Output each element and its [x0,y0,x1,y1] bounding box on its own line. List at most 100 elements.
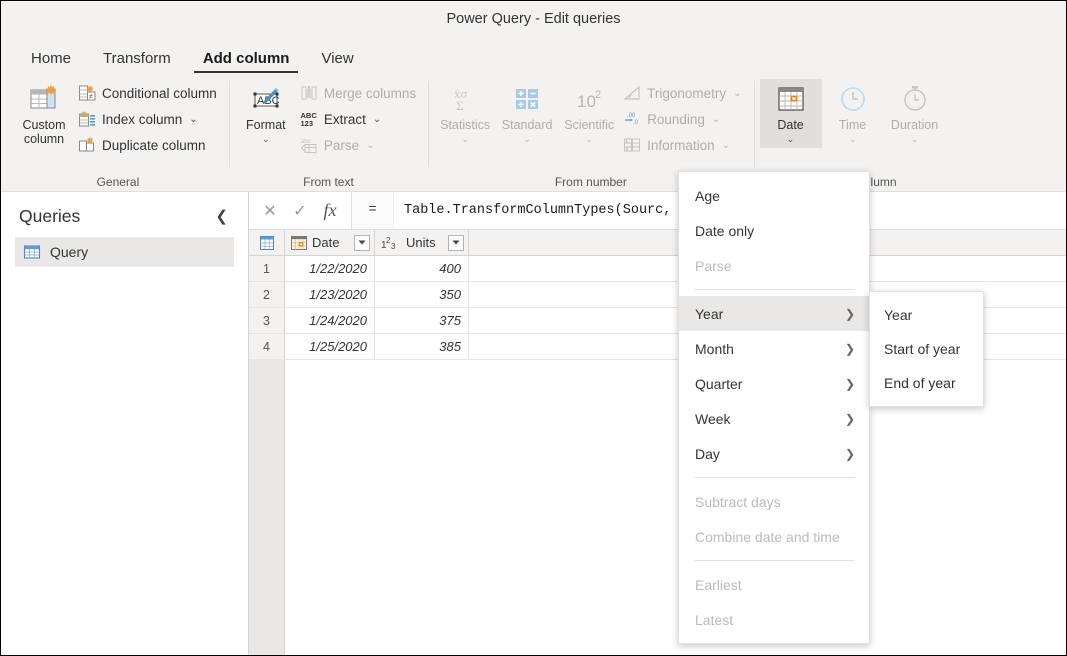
window-title: Power Query - Edit queries [446,11,621,27]
date-button[interactable]: Date ⌄ [759,79,822,148]
queries-header: Queries ❮ [1,192,248,237]
menu-item-parse: Parse [679,248,869,283]
menu-item-date-only[interactable]: Date only [679,213,869,248]
check-icon[interactable]: ✓ [285,197,315,225]
standard-button[interactable]: Standard ⌄ [496,79,558,148]
statistics-label: Statistics [440,118,491,132]
extract-button[interactable]: ABC 123 Extract ⌄ [297,107,422,131]
trigonometry-button[interactable]: Trigonometry ⌄ [620,81,747,105]
chevron-down-icon: ⌄ [366,139,375,151]
menu-item-label: Quarter [695,375,743,392]
fx-icon[interactable]: fx [315,197,345,225]
cell-date[interactable]: 1/22/2020 [285,256,375,281]
cell-units[interactable]: 375 [375,308,469,333]
query-editor-content: ✕ ✓ fx = Table.TransformColumnTypes(Sour… [249,192,1066,655]
svg-text:10: 10 [577,92,596,111]
svg-text:2: 2 [595,89,601,101]
duplicate-column-button[interactable]: Duplicate column [75,133,223,157]
chevron-down-icon: ⌄ [721,139,731,151]
chevron-down-icon: ⌄ [372,113,382,125]
from-number-small-buttons: Trigonometry ⌄ .00 .0 Rounding ⌄ 1 3 Inf… [620,79,747,157]
tab-home[interactable]: Home [15,46,87,75]
general-small-buttons: ≠ Conditional column Index column ⌄ Dupl… [75,79,223,157]
svg-text:Σ: Σ [456,98,464,113]
column-header-units[interactable]: 1 2 3 Units [375,230,469,255]
menu-item-label: Year [695,305,724,322]
duration-button[interactable]: Duration ⌄ [884,79,946,148]
date-type-icon [291,235,307,250]
cell-units[interactable]: 385 [375,334,469,359]
close-icon[interactable]: ✕ [255,197,285,225]
tab-view[interactable]: View [305,46,369,75]
formula-bar-tools: ✕ ✓ fx [249,192,352,229]
cell-units[interactable]: 400 [375,256,469,281]
chevron-down-icon: ⌄ [585,134,593,144]
trigonometry-label: Trigonometry [647,85,727,101]
cell-date[interactable]: 1/24/2020 [285,308,375,333]
cell-date[interactable]: 1/23/2020 [285,282,375,307]
information-button[interactable]: 1 3 Information ⌄ [620,133,747,157]
conditional-column-button[interactable]: ≠ Conditional column [75,81,223,105]
standard-label: Standard [501,118,553,132]
format-label: Format [246,118,286,132]
whole-number-type-icon: 1 2 3 [381,236,396,251]
submenu-item-year[interactable]: Year [870,298,983,332]
information-icon: 1 3 [624,138,641,152]
chevron-right-icon: ❯ [844,446,855,461]
format-button[interactable]: ABC Format ⌄ [235,79,297,148]
filter-dropdown-icon[interactable] [354,234,370,251]
submenu-item-start-of-year[interactable]: Start of year [870,332,983,366]
cell-date[interactable]: 1/25/2020 [285,334,375,359]
tab-transform[interactable]: Transform [87,46,187,75]
select-all-table-icon[interactable] [249,230,285,255]
filter-dropdown-icon[interactable] [448,234,464,251]
menu-item-year[interactable]: Year ❯ [679,296,869,331]
ribbon-tab-strip: Home Transform Add column View [1,37,1066,75]
submenu-item-end-of-year[interactable]: End of year [870,366,983,400]
formula-equals-sign: = [352,192,394,229]
chevron-down-icon: ⌄ [523,134,531,144]
index-column-button[interactable]: Index column ⌄ [75,107,223,131]
query-list-item[interactable]: Query [15,237,234,267]
custom-column-icon [30,84,57,109]
menu-item-label: Earliest [695,576,742,593]
menu-item-month[interactable]: Month ❯ [679,331,869,366]
tab-add-column[interactable]: Add column [187,46,306,75]
custom-column-button[interactable]: Custom column [13,79,75,150]
menu-item-day[interactable]: Day ❯ [679,436,869,471]
scientific-icon: 10 2 [577,89,601,111]
rounding-button[interactable]: .00 .0 Rounding ⌄ [620,107,747,131]
queries-pane: Queries ❮ Query [1,192,249,655]
time-clock-icon [840,87,865,111]
menu-item-week[interactable]: Week ❯ [679,401,869,436]
rounding-icon: .00 .0 [625,113,639,126]
scientific-button[interactable]: 10 2 Scientific ⌄ [558,79,620,148]
submenu-item-label: Year [884,307,913,323]
menu-item-quarter[interactable]: Quarter ❯ [679,366,869,401]
conditional-column-label: Conditional column [102,85,217,101]
ribbon-group-general: Custom column ≠ Conditional column Index… [7,75,229,191]
chevron-down-icon: ⌄ [786,134,795,144]
menu-item-age[interactable]: Age [679,178,869,213]
duration-stopwatch-icon [903,86,926,111]
table-row[interactable]: 1 1/22/2020 400 [249,256,1066,282]
menu-item-combine-date-and-time: Combine date and time [679,519,869,554]
extract-label: Extract [323,111,366,127]
row-number: 4 [249,334,285,359]
custom-column-label-line1: Custom [22,118,66,132]
grid-header-row: Date 1 2 3 Units [249,230,1066,256]
svg-text:abc: abc [300,138,311,145]
time-button[interactable]: Time ⌄ [822,79,884,148]
submenu-item-label: Start of year [884,341,961,357]
statistics-button[interactable]: x̄σ Σ Statistics ⌄ [434,79,496,148]
main-area: Queries ❮ Query ✕ ✓ fx = Table.Transform… [1,192,1066,655]
parse-button[interactable]: abc Parse ⌄ [297,133,422,157]
chevron-right-icon: ❯ [844,411,855,426]
cell-units[interactable]: 350 [375,282,469,307]
svg-text:.0: .0 [633,120,639,126]
menu-item-label: Subtract days [695,493,781,510]
column-header-date[interactable]: Date [285,230,375,255]
menu-item-label: Month [695,340,734,357]
chevron-left-icon[interactable]: ❮ [211,209,232,224]
merge-columns-button[interactable]: Merge columns [297,81,422,105]
